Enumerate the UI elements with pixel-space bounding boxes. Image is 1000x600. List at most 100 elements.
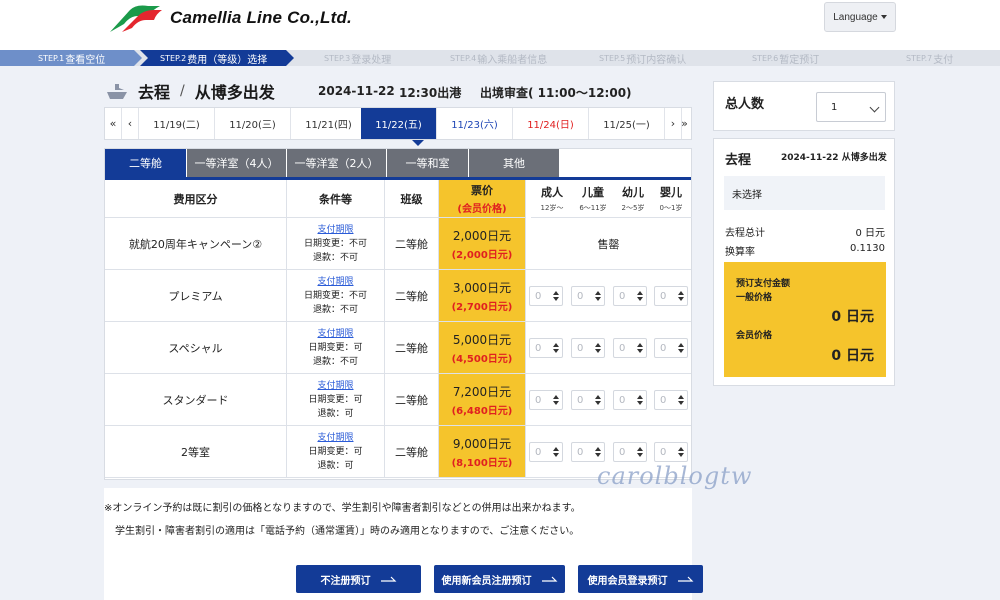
stepper-arrows-icon[interactable] [553,393,559,407]
fare-price-member: (2,000日元) [451,249,513,261]
stepper-arrows-icon[interactable] [678,341,684,355]
watermark: carolblogtw [597,462,753,490]
fare-class: 二等舱 [385,322,439,373]
book-without-register-button[interactable]: 不注册预订 [296,565,421,593]
stepper-arrows-icon[interactable] [678,289,684,303]
child-count-stepper[interactable]: 0 [571,338,605,358]
fare-class: 二等舱 [385,374,439,425]
stepper-arrows-icon[interactable] [553,341,559,355]
date-tab[interactable]: 11/21(四) [291,108,367,139]
route-date: 2024-11-22 [318,84,395,98]
general-price-label: 一般价格 [736,293,773,303]
date-tab[interactable]: 11/20(三) [215,108,291,139]
step-2: STEP.2 费用（等级）选择 [160,53,268,66]
date-tab[interactable]: 11/19(二) [139,108,215,139]
stepper-arrows-icon[interactable] [595,341,601,355]
adult-count-stepper[interactable]: 0 [529,442,563,462]
payment-deadline-link[interactable]: 支付期限 [317,431,353,445]
last-week-button[interactable]: » [676,108,693,139]
child-count-stepper[interactable]: 0 [571,442,605,462]
route-title: 去程 [138,83,171,102]
toddler-count-stepper[interactable]: 0 [613,286,647,306]
first-week-button[interactable]: « [105,108,122,139]
infant-count-stepper[interactable]: 0 [654,390,688,410]
fare-conditions: 支付期限 日期变更：可 退款：可 [287,426,385,477]
stepper-arrows-icon[interactable] [637,445,643,459]
ship-icon [107,84,127,99]
date-tab[interactable]: 11/24(日) [513,108,589,139]
arrow-right-icon [677,576,693,582]
stepper-arrows-icon[interactable] [637,289,643,303]
book-member-login-button[interactable]: 使用会员登录预订 [578,565,703,593]
caret-down-icon [880,15,887,19]
infant-count-stepper[interactable]: 0 [654,442,688,462]
tab-first-western-4[interactable]: 一等洋室（4人） [187,149,286,177]
refund-rule: 退款：不可 [312,252,358,263]
fare-conditions: 支付期限 日期变更：可 退款：可 [287,374,385,425]
tab-other[interactable]: 其他 [469,149,559,177]
tab-second-class[interactable]: 二等舱 [105,149,186,177]
route-separator: / [180,83,185,99]
stepper-arrows-icon[interactable] [553,445,559,459]
header-infant: 婴儿 0〜1岁 [650,180,692,218]
toddler-count-stepper[interactable]: 0 [613,390,647,410]
header-class: 班级 [385,180,439,218]
stepper-arrows-icon[interactable] [595,445,601,459]
fare-class: 二等舱 [385,270,439,321]
step-5: STEP.5 预订内容确认 [599,53,687,66]
unselected-status: 未选择 [724,176,885,210]
book-new-member-button[interactable]: 使用新会员注册预订 [434,565,565,593]
adult-count-stepper[interactable]: 0 [529,338,563,358]
tab-first-japanese[interactable]: 一等和室 [387,149,468,177]
fare-conditions: 支付期限 日期变更：不可 退款：不可 [287,270,385,321]
adult-count-stepper[interactable]: 0 [529,286,563,306]
fare-price: 3,000日元 (2,700日元) [439,270,526,321]
date-change-rule: 日期变更：不可 [303,290,367,301]
summary-date: 2024-11-22 从博多出发 [781,153,887,163]
route-departure: 12:30出港 [399,86,462,100]
arrow-right-icon [541,576,557,582]
prev-day-button[interactable]: ‹ [122,108,139,139]
adult-count-stepper[interactable]: 0 [529,390,563,410]
stepper-arrows-icon[interactable] [553,289,559,303]
fare-class: 二等舱 [385,218,439,269]
date-tab[interactable]: 11/25(一) [589,108,665,139]
refund-rule: 退款：不可 [312,304,358,315]
camellia-logo-icon[interactable] [108,4,162,34]
child-count-stepper[interactable]: 0 [571,390,605,410]
language-button[interactable]: Language [824,2,896,32]
header-child: 儿童 6〜11岁 [572,180,614,218]
header-conditions: 条件等 [287,180,385,218]
child-count-stepper[interactable]: 0 [571,286,605,306]
payment-deadline-link[interactable]: 支付期限 [317,223,353,237]
toddler-count-stepper[interactable]: 0 [613,338,647,358]
infant-count-stepper[interactable]: 0 [654,338,688,358]
stepper-arrows-icon[interactable] [678,445,684,459]
stepper-arrows-icon[interactable] [595,393,601,407]
refund-rule: 退款：不可 [312,356,358,367]
date-tab-selected[interactable]: 11/22(五) [361,108,437,139]
payment-deadline-link[interactable]: 支付期限 [317,379,353,393]
fare-price-general: 9,000日元 [452,436,512,451]
refund-rule: 退款：可 [317,408,354,419]
payment-deadline-link[interactable]: 支付期限 [317,327,353,341]
stepper-arrows-icon[interactable] [678,393,684,407]
fare-price: 9,000日元 (8,100日元) [439,426,526,477]
pax-count-select[interactable]: 1 [816,92,886,122]
tab-first-western-2[interactable]: 一等洋室（2人） [287,149,386,177]
notes-section: ※オンライン予約は既に割引の価格となりますので、学生割引や障害者割引などとの併用… [104,488,703,600]
stepper-arrows-icon[interactable] [637,393,643,407]
stepper-arrows-icon[interactable] [637,341,643,355]
payment-deadline-link[interactable]: 支付期限 [317,275,353,289]
fare-price-member: (6,480日元) [451,405,513,417]
route-checkin: 出境审查( 11:00〜12:00) [480,86,632,100]
date-tab[interactable]: 11/23(六) [437,108,513,139]
header-price-member: (会员价格) [457,204,507,215]
fare-name: スペシャル [105,322,287,373]
stepper-arrows-icon[interactable] [595,289,601,303]
date-selector: « ‹ 11/19(二) 11/20(三) 11/21(四) 11/22(五) … [104,107,692,140]
toddler-count-stepper[interactable]: 0 [613,442,647,462]
fare-name: 就航20周年キャンペーン② [105,218,287,269]
infant-count-stepper[interactable]: 0 [654,286,688,306]
outbound-total: 去程总计 0 日元 [725,228,885,239]
